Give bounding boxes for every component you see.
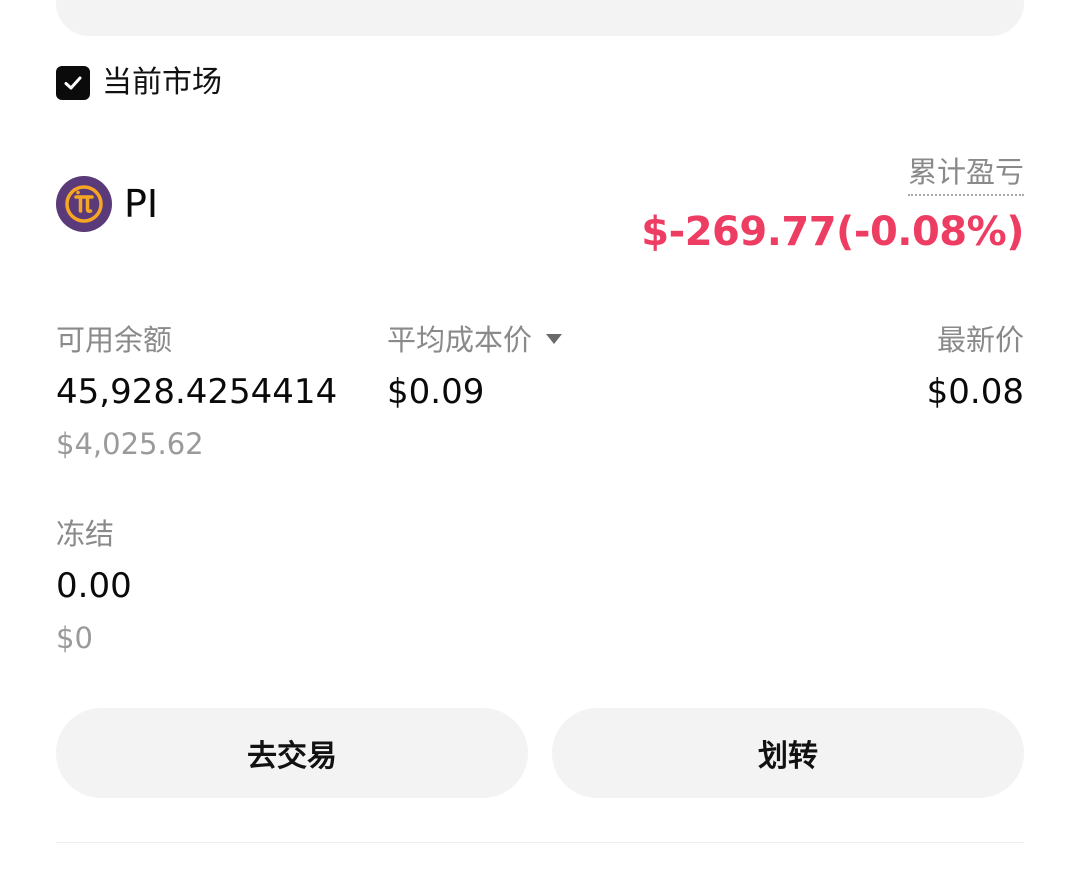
cumulative-pnl-value: $-269.77(-0.08%) [641,209,1024,255]
checkmark-icon [64,76,82,90]
frozen-label: 冻结 [56,517,115,551]
available-balance-amount: 45,928.4254414 [56,372,338,412]
latest-price-label: 最新价 [936,323,1024,357]
frozen-usd: $0 [56,621,93,655]
available-balance-label: 可用余额 [56,323,173,357]
avg-cost-value: $0.09 [387,372,485,412]
frozen-amount: 0.00 [56,566,132,606]
latest-price-value: $0.08 [926,372,1024,412]
asset-header: PI [56,176,158,232]
search-bar[interactable] [56,0,1024,36]
current-market-label: 当前市场 [102,65,222,100]
current-market-filter[interactable]: 当前市场 [56,66,222,100]
trade-button[interactable]: 去交易 [56,708,528,798]
caret-down-icon[interactable] [546,334,563,344]
cumulative-pnl-label[interactable]: 累计盈亏 [907,152,1024,196]
transfer-button[interactable]: 划转 [552,708,1024,798]
avg-cost-label[interactable]: 平均成本价 [387,320,563,360]
available-balance-usd: $4,025.62 [56,427,204,461]
asset-symbol: PI [124,182,159,226]
pi-network-logo-icon [56,176,112,232]
avg-cost-label-text: 平均成本价 [387,323,533,357]
current-market-checkbox[interactable] [56,66,90,100]
section-divider [56,842,1024,843]
